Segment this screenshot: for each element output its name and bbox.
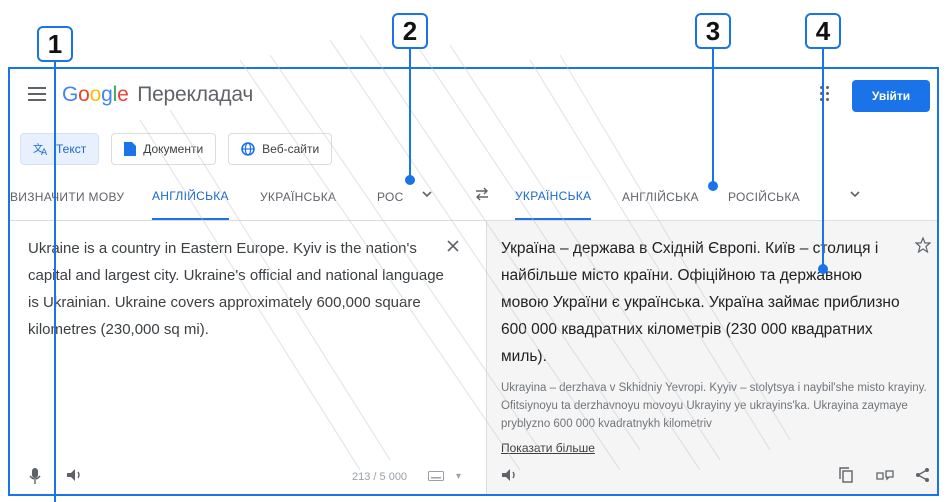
copy-icon[interactable] xyxy=(839,467,853,483)
translation-output: Україна – держава в Східній Європі. Київ… xyxy=(501,240,900,365)
top-bar: Google Перекладач Увійти xyxy=(10,69,937,125)
mode-tabs: 文A Текст Документи Веб-сайти xyxy=(20,133,333,165)
callout-1: 1 xyxy=(37,26,73,62)
product-name: Перекладач xyxy=(137,83,254,106)
keyboard-dropdown[interactable]: ▾ xyxy=(456,471,461,482)
speaker-icon[interactable] xyxy=(501,467,519,483)
callout-4-leader xyxy=(822,49,824,269)
callout-3: 3 xyxy=(695,13,731,49)
speaker-icon[interactable] xyxy=(66,467,84,483)
close-icon[interactable] xyxy=(446,239,460,253)
target-pane: Україна – держава в Східній Європі. Київ… xyxy=(486,221,937,494)
callout-2-marker xyxy=(405,175,415,185)
logo-letter: o xyxy=(89,83,102,106)
google-translate-window: Google Перекладач Увійти 文A Текст Докуме… xyxy=(8,67,939,496)
tab-websites[interactable]: Веб-сайти xyxy=(228,133,333,165)
chevron-down-icon[interactable] xyxy=(848,187,862,201)
star-icon[interactable] xyxy=(915,237,931,253)
callout-4-marker xyxy=(818,264,828,274)
source-lang-ukrainian[interactable]: УКРАЇНСЬКА xyxy=(260,173,336,220)
tab-text[interactable]: 文A Текст xyxy=(20,133,100,165)
app-logo[interactable]: Google Перекладач xyxy=(62,83,253,107)
swap-icon[interactable] xyxy=(474,187,490,201)
source-lang-russian[interactable]: РОС xyxy=(377,173,404,220)
source-lang-english[interactable]: АНГЛІЙСЬКА xyxy=(152,173,229,220)
mic-icon[interactable] xyxy=(28,467,42,485)
target-lang-russian[interactable]: РОСІЙСЬКА xyxy=(728,173,800,220)
callout-1-leader xyxy=(54,62,56,502)
show-more-link[interactable]: Показати більше xyxy=(501,441,595,455)
source-text-input[interactable]: Ukraine is a country in Eastern Europe. … xyxy=(28,235,448,343)
document-icon xyxy=(124,142,137,156)
callout-3-marker xyxy=(708,181,718,191)
source-pane: Ukraine is a country in Eastern Europe. … xyxy=(10,221,485,494)
character-counter: 213 / 5 000 xyxy=(352,471,408,483)
logo-letter: e xyxy=(117,83,129,106)
callout-4: 4 xyxy=(805,13,841,49)
callout-3-leader xyxy=(712,49,714,184)
tab-documents[interactable]: Документи xyxy=(111,133,217,165)
target-lang-ukrainian[interactable]: УКРАЇНСЬКА xyxy=(515,173,592,220)
feedback-icon[interactable] xyxy=(875,467,895,483)
translate-icon: 文A xyxy=(33,142,48,156)
target-lang-english[interactable]: АНГЛІЙСЬКА xyxy=(622,173,699,220)
callout-2: 2 xyxy=(392,13,428,49)
share-icon[interactable] xyxy=(915,467,931,483)
tab-websites-label: Веб-сайти xyxy=(262,142,320,156)
tab-documents-label: Документи xyxy=(143,142,204,156)
keyboard-icon[interactable] xyxy=(428,471,444,481)
transliteration-text: Ukrayina – derzhava v Skhidniy Yevropi. … xyxy=(501,382,927,430)
svg-text:A: A xyxy=(41,148,48,156)
menu-icon[interactable] xyxy=(28,87,46,101)
logo-letter: G xyxy=(62,83,79,106)
logo-letter: g xyxy=(101,83,113,106)
chevron-down-icon[interactable] xyxy=(420,187,434,201)
tab-text-label: Текст xyxy=(56,142,87,156)
logo-letter: o xyxy=(78,83,90,106)
source-lang-detect[interactable]: ВИЗНАЧИТИ МОВУ xyxy=(10,173,124,220)
callout-2-leader xyxy=(409,49,411,179)
globe-icon xyxy=(241,142,255,156)
language-bar: ВИЗНАЧИТИ МОВУ АНГЛІЙСЬКА УКРАЇНСЬКА РОС… xyxy=(10,173,937,221)
sign-in-button[interactable]: Увійти xyxy=(852,80,930,112)
